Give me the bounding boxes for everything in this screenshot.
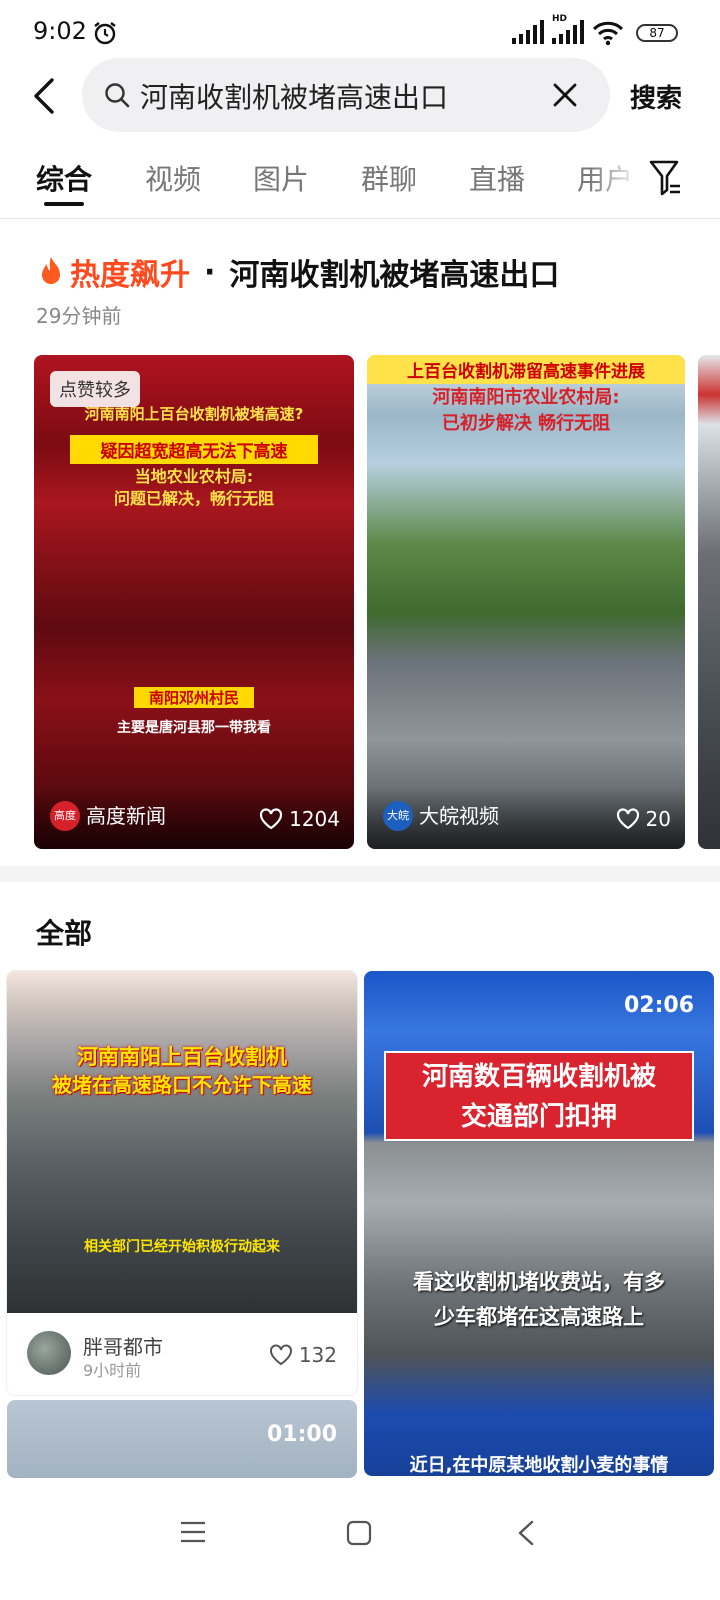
heart-icon xyxy=(616,808,639,830)
feed-card-1[interactable]: 河南南阳上百台收割机 被堵在高速路口不允许下高速 相关部门已经开始积极行动起来 … xyxy=(7,971,357,1395)
source-name: 高度新闻 xyxy=(86,804,166,828)
section-title-all: 全部 xyxy=(36,917,93,950)
video-duration: 01:00 xyxy=(266,1422,337,1447)
overlay-text: 已初步解决 畅行无阻 xyxy=(441,413,611,434)
hot-video-card-3[interactable] xyxy=(698,355,720,849)
battery-indicator: 87 xyxy=(636,24,678,42)
card-meta: 胖哥都市 9小时前 132 xyxy=(7,1313,357,1395)
hot-video-card-1[interactable]: 河南南阳上百台收割机被堵高速? 疑因超宽超高无法下高速 当地农业农村局: 问题已… xyxy=(34,355,354,849)
status-bar: 9:02 HD 87 xyxy=(0,0,720,62)
author-avatar[interactable] xyxy=(27,1331,71,1375)
video-title-banner: 河南数百辆收割机被 交通部门扣押 xyxy=(384,1051,694,1141)
overlay-text: 河南南阳市农业农村局: xyxy=(432,387,620,408)
overlay-text: 当地农业农村局: xyxy=(134,467,254,486)
caption-text: 看这收割机堵收费站，有多 xyxy=(413,1270,665,1294)
overlay-text: 主要是唐河县那一带我看 xyxy=(117,720,271,736)
home-icon[interactable] xyxy=(346,1520,372,1546)
heart-icon xyxy=(269,1344,292,1366)
alarm-clock-icon xyxy=(94,22,116,45)
search-icon xyxy=(105,83,130,108)
like-count[interactable]: 1204 xyxy=(259,807,340,831)
overlay-text: 上百台收割机滞留高速事件进展 xyxy=(367,355,685,384)
feed-card-3[interactable]: 01:00 xyxy=(7,1400,357,1478)
title-line: 交通部门扣押 xyxy=(460,1102,617,1132)
recent-apps-icon[interactable] xyxy=(180,1520,206,1544)
cellular-signal-2-icon xyxy=(552,20,584,44)
system-navigation-bar xyxy=(0,1482,720,1600)
feed-card-2[interactable]: 02:06 河南数百辆收割机被 交通部门扣押 看这收割机堵收费站，有多 少车都堵… xyxy=(364,971,714,1476)
hot-label: 热度飙升 xyxy=(70,258,190,293)
author-name[interactable]: 胖哥都市 xyxy=(83,1331,163,1360)
cellular-signal-icon xyxy=(512,20,544,44)
search-button[interactable]: 搜索 xyxy=(630,78,682,115)
overlay-text: 被堵在高速路口不允许下高速 xyxy=(52,1073,312,1097)
caption-text: 少车都堵在这高速路上 xyxy=(434,1305,644,1329)
video-thumbnail: 河南南阳上百台收割机 被堵在高速路口不允许下高速 相关部门已经开始积极行动起来 xyxy=(7,971,357,1313)
source-logo: 大皖 xyxy=(383,801,413,831)
like-count[interactable]: 132 xyxy=(269,1343,337,1367)
tab-fade xyxy=(590,150,640,210)
video-duration: 02:06 xyxy=(623,993,694,1018)
tab-group-chat[interactable]: 群聊 xyxy=(361,158,417,198)
search-query[interactable]: 河南收割机被堵高速出口 xyxy=(140,76,448,116)
heart-icon xyxy=(259,808,283,830)
overlay-text: 河南南阳上百台收割机 xyxy=(77,1045,287,1069)
filter-icon[interactable] xyxy=(648,158,682,198)
search-input[interactable]: 河南收割机被堵高速出口 xyxy=(82,58,610,132)
hot-topic-title: 河南收割机被堵高速出口 xyxy=(229,258,560,293)
like-count[interactable]: 20 xyxy=(616,807,671,831)
hot-separator: · xyxy=(204,254,216,290)
nav-back-icon[interactable] xyxy=(516,1520,536,1546)
clear-icon[interactable] xyxy=(552,82,578,108)
tabs-divider xyxy=(0,218,720,219)
like-count-value: 1204 xyxy=(289,807,340,831)
hot-video-card-2[interactable]: 上百台收割机滞留高速事件进展 河南南阳市农业农村局: 已初步解决 畅行无阻 大皖… xyxy=(367,355,685,849)
overlay-text: 相关部门已经开始积极行动起来 xyxy=(84,1239,280,1255)
post-time: 9小时前 xyxy=(83,1361,142,1380)
tab-live[interactable]: 直播 xyxy=(469,158,525,198)
overlay-text: 南阳邓州村民 xyxy=(134,687,254,708)
overlay-text: 疑因超宽超高无法下高速 xyxy=(70,435,318,464)
tab-images[interactable]: 图片 xyxy=(253,158,309,198)
hot-topic-time: 29分钟前 xyxy=(36,304,122,328)
search-tabs: 综合 视频 图片 群聊 直播 用户 xyxy=(0,150,720,218)
likes-badge: 点赞较多 xyxy=(50,371,140,407)
back-icon[interactable] xyxy=(26,76,62,116)
status-time: 9:02 xyxy=(33,17,87,45)
tab-video[interactable]: 视频 xyxy=(145,158,201,198)
wifi-icon xyxy=(592,21,624,46)
title-line: 河南数百辆收割机被 xyxy=(421,1062,656,1092)
like-count-value: 20 xyxy=(645,807,671,831)
source-logo: 高度 xyxy=(50,801,80,831)
tab-comprehensive[interactable]: 综合 xyxy=(36,158,92,198)
fire-icon xyxy=(42,257,60,284)
hot-topic-header[interactable]: 热度飙升 · 河南收割机被堵高速出口 xyxy=(36,250,559,294)
active-tab-indicator xyxy=(44,202,84,206)
overlay-text: 问题已解决，畅行无阻 xyxy=(113,489,274,508)
section-gap xyxy=(0,866,720,882)
source-name: 大皖视频 xyxy=(419,804,499,828)
like-count-value: 132 xyxy=(298,1343,337,1367)
bottom-caption: 近日,在中原某地收割小麦的事情 xyxy=(409,1455,669,1476)
